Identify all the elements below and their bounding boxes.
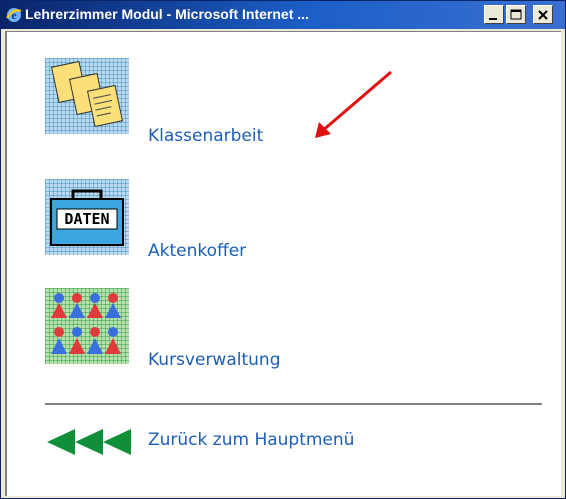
divider — [45, 403, 542, 405]
back-to-main-menu-link[interactable]: Zurück zum Hauptmenü — [45, 427, 385, 457]
minimize-button[interactable] — [484, 5, 504, 24]
back-arrows-icon — [47, 429, 131, 455]
maximize-button[interactable] — [506, 5, 526, 24]
back-label[interactable]: Zurück zum Hauptmenü — [148, 430, 354, 450]
people-icon[interactable] — [45, 288, 129, 364]
window-title: Lehrerzimmer Modul - Microsoft Internet … — [25, 6, 309, 22]
kursverwaltung-link[interactable]: Kursverwaltung — [148, 350, 280, 370]
annotation-arrow-icon — [315, 70, 392, 138]
internet-explorer-icon: e — [6, 8, 22, 22]
klassenarbeit-link[interactable]: Klassenarbeit — [148, 126, 263, 146]
maximize-icon — [510, 9, 522, 20]
daten-text: DATEN — [64, 210, 109, 228]
page-content: Klassenarbeit DATEN Aktenkoffer Kursverw… — [5, 31, 561, 496]
browser-window: e Lehrerzimmer Modul - Microsoft Interne… — [0, 0, 566, 499]
documents-icon[interactable] — [45, 58, 129, 134]
close-icon — [538, 10, 548, 20]
close-button[interactable] — [533, 5, 553, 24]
title-bar[interactable]: e Lehrerzimmer Modul - Microsoft Interne… — [1, 1, 565, 29]
minimize-icon — [489, 18, 497, 20]
briefcase-icon[interactable]: DATEN — [45, 179, 129, 255]
aktenkoffer-link[interactable]: Aktenkoffer — [148, 241, 246, 261]
